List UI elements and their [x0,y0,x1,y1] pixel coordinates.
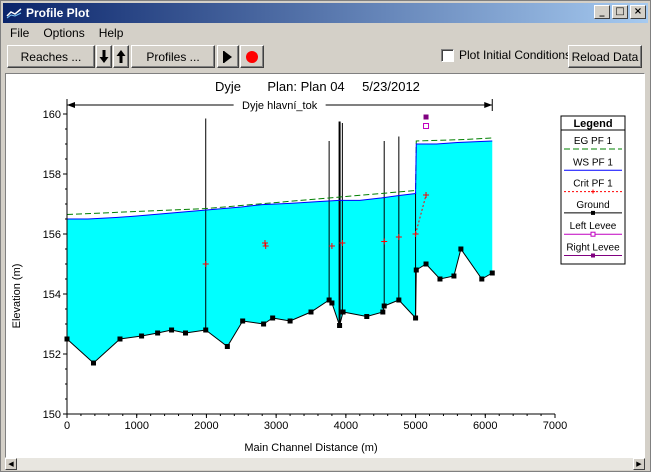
menu-file[interactable]: File [3,24,36,42]
legend-marker-ground [591,210,595,215]
ground-point [437,276,443,282]
x-tick-label: 7000 [543,420,567,432]
plot-area: Dyje Plan: Plan 04 5/23/2012 Dyje hlavní… [5,73,645,458]
x-tick-label: 2000 [194,420,218,432]
ground-point [413,267,419,273]
chart-title-plan: Plan: Plan 04 [267,79,344,94]
profile-plot-app-icon [6,6,22,20]
y-tick-label: 150 [43,409,61,421]
profiles-button[interactable]: Profiles ... [131,45,215,68]
play-button[interactable] [217,45,239,68]
reach-left-arrowhead [67,102,75,108]
ground-point [287,318,293,324]
title-bar[interactable]: Profile Plot _ □ × [3,3,648,23]
ground-point [155,330,161,336]
ground-point [380,309,386,315]
legend-label-eg-pf-1: EG PF 1 [574,136,613,147]
chart-title-date: 5/23/2012 [362,79,420,94]
arrow-down-icon [99,50,109,63]
ground-point [261,321,267,327]
legend-title: Legend [573,118,612,130]
ground-point [458,246,464,252]
reload-data-button[interactable]: Reload Data [568,45,642,68]
record-button[interactable] [240,45,264,68]
menu-options[interactable]: Options [36,24,91,42]
ground-point [90,360,96,366]
profile-chart: Dyje Plan: Plan 04 5/23/2012 Dyje hlavní… [11,79,626,454]
legend-label-left-levee: Left Levee [570,221,617,232]
y-tick-label: 156 [43,229,61,241]
ground-point [169,327,175,333]
maximize-button[interactable]: □ [612,5,628,19]
ground-point [451,273,457,279]
y-tick-label: 158 [43,169,61,181]
window-title: Profile Plot [26,6,90,20]
legend-marker-right-levee [591,253,595,258]
menu-bar: File Options Help [3,24,130,42]
arrow-up-icon [116,50,126,63]
toolbar: Reaches ... Profiles ... Plot Initial Co… [3,44,648,70]
legend-label-crit-pf-1: Crit PF 1 [573,179,613,190]
ground-point [183,330,189,336]
reach-right-arrowhead [484,102,493,108]
ground-point [413,315,419,321]
ground-point [479,276,485,282]
minimize-button[interactable]: _ [594,5,610,19]
profile-plot-window: Profile Plot _ □ × File Options Help Rea… [0,0,651,472]
legend-label-right-levee: Right Levee [566,243,620,254]
x-axis-label: Main Channel Distance (m) [244,442,377,454]
y-tick-label: 152 [43,349,61,361]
menu-help[interactable]: Help [92,24,131,42]
ground-point [489,270,495,276]
x-tick-label: 1000 [124,420,148,432]
scroll-left-button[interactable]: ◀ [5,458,17,470]
close-button[interactable]: × [630,5,646,19]
right-levee-point [423,114,429,120]
plot-initial-conditions-label: Plot Initial Conditions [459,48,572,62]
ground-point [224,344,230,349]
ground-point [240,318,246,324]
legend-label-ws-pf-1: WS PF 1 [573,157,613,168]
x-tick-label: 6000 [473,420,497,432]
move-down-button[interactable] [96,45,112,68]
ground-point [337,323,343,328]
ground-point [364,314,370,319]
ground-point [340,309,346,315]
ground-point [203,327,209,333]
play-icon [223,50,232,63]
x-tick-label: 4000 [334,420,358,432]
chart-title-river: Dyje [215,79,241,94]
y-tick-label: 154 [43,289,61,301]
ground-point [396,297,402,303]
legend: Legend EG PF 1 WS PF 1 Crit PF 1 Ground Left … [560,115,626,265]
ground-point [308,309,314,315]
reaches-button[interactable]: Reaches ... [7,45,95,68]
ground-point [270,315,276,321]
water-surface-fill [67,141,493,363]
x-tick-label: 0 [64,420,70,432]
legend-marker-left-levee [590,231,596,237]
record-icon [246,50,258,63]
ground-point [329,300,335,306]
horizontal-scrollbar[interactable]: ◀ ▶ [5,458,645,470]
plot-initial-conditions-option[interactable]: Plot Initial Conditions [441,48,571,62]
x-tick-label: 5000 [403,420,427,432]
legend-label-ground: Ground [576,200,609,211]
ground-point [117,336,123,342]
ground-point [423,261,429,267]
plot-initial-conditions-checkbox[interactable] [441,48,454,62]
left-levee-point [423,123,430,129]
reach-label: Dyje hlavní_tok [242,100,318,112]
y-tick-label: 160 [43,109,61,121]
x-tick-label: 3000 [264,420,288,432]
ground-point [381,303,387,309]
move-up-button[interactable] [113,45,129,68]
y-axis-label: Elevation (m) [11,264,23,329]
ground-point [139,333,145,339]
scroll-right-button[interactable]: ▶ [633,458,645,470]
